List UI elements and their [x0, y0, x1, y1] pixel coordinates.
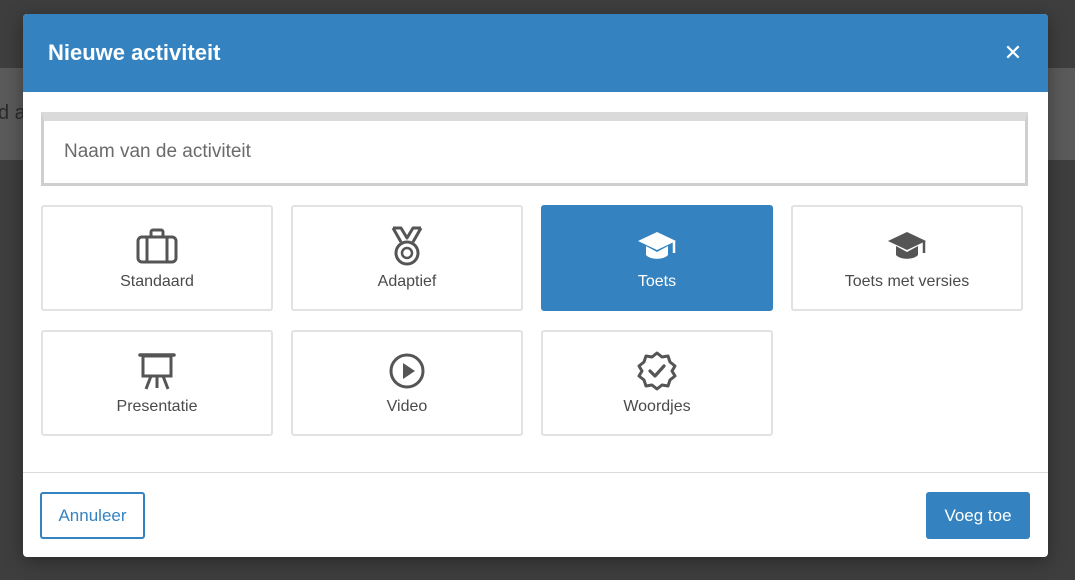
footer-divider	[23, 472, 1048, 473]
cancel-button[interactable]: Annuleer	[40, 492, 145, 539]
badge-check-icon	[543, 351, 771, 391]
tile-label: Toets met versies	[844, 273, 970, 290]
activity-name-input[interactable]	[41, 112, 1028, 186]
add-button[interactable]: Voeg toe	[926, 492, 1030, 539]
tile-label: Video	[386, 398, 428, 415]
tile-toets[interactable]: Toets	[541, 205, 773, 311]
medal-icon	[293, 226, 521, 266]
tile-video[interactable]: Video	[291, 330, 523, 436]
tile-label: Standaard	[120, 273, 194, 290]
activity-type-grid: Standaard Adaptief Toets Toets met versi…	[41, 205, 1031, 437]
dialog-title: Nieuwe activiteit	[48, 40, 221, 65]
dialog-header: Nieuwe activiteit ✕	[23, 14, 1048, 92]
tile-label: Woordjes	[623, 398, 691, 415]
tile-standaard[interactable]: Standaard	[41, 205, 273, 311]
tile-woordjes[interactable]: Woordjes	[541, 330, 773, 436]
tile-label: Adaptief	[377, 273, 437, 290]
close-icon: ✕	[1003, 40, 1023, 65]
tile-label: Presentatie	[116, 398, 198, 415]
new-activity-dialog: Nieuwe activiteit ✕ Standaard	[23, 14, 1048, 557]
tile-adaptief[interactable]: Adaptief	[291, 205, 523, 311]
graduation-cap-icon	[543, 226, 771, 266]
tile-presentatie[interactable]: Presentatie	[41, 330, 273, 436]
briefcase-icon	[43, 226, 271, 266]
tile-label: Toets	[637, 273, 677, 290]
background-partial-text: d a	[0, 102, 26, 124]
close-button[interactable]: ✕	[1000, 40, 1026, 66]
presentation-easel-icon	[43, 351, 271, 391]
graduation-cap-icon	[793, 226, 1021, 266]
play-circle-icon	[293, 351, 521, 391]
tile-toets-met-versies[interactable]: Toets met versies	[791, 205, 1023, 311]
